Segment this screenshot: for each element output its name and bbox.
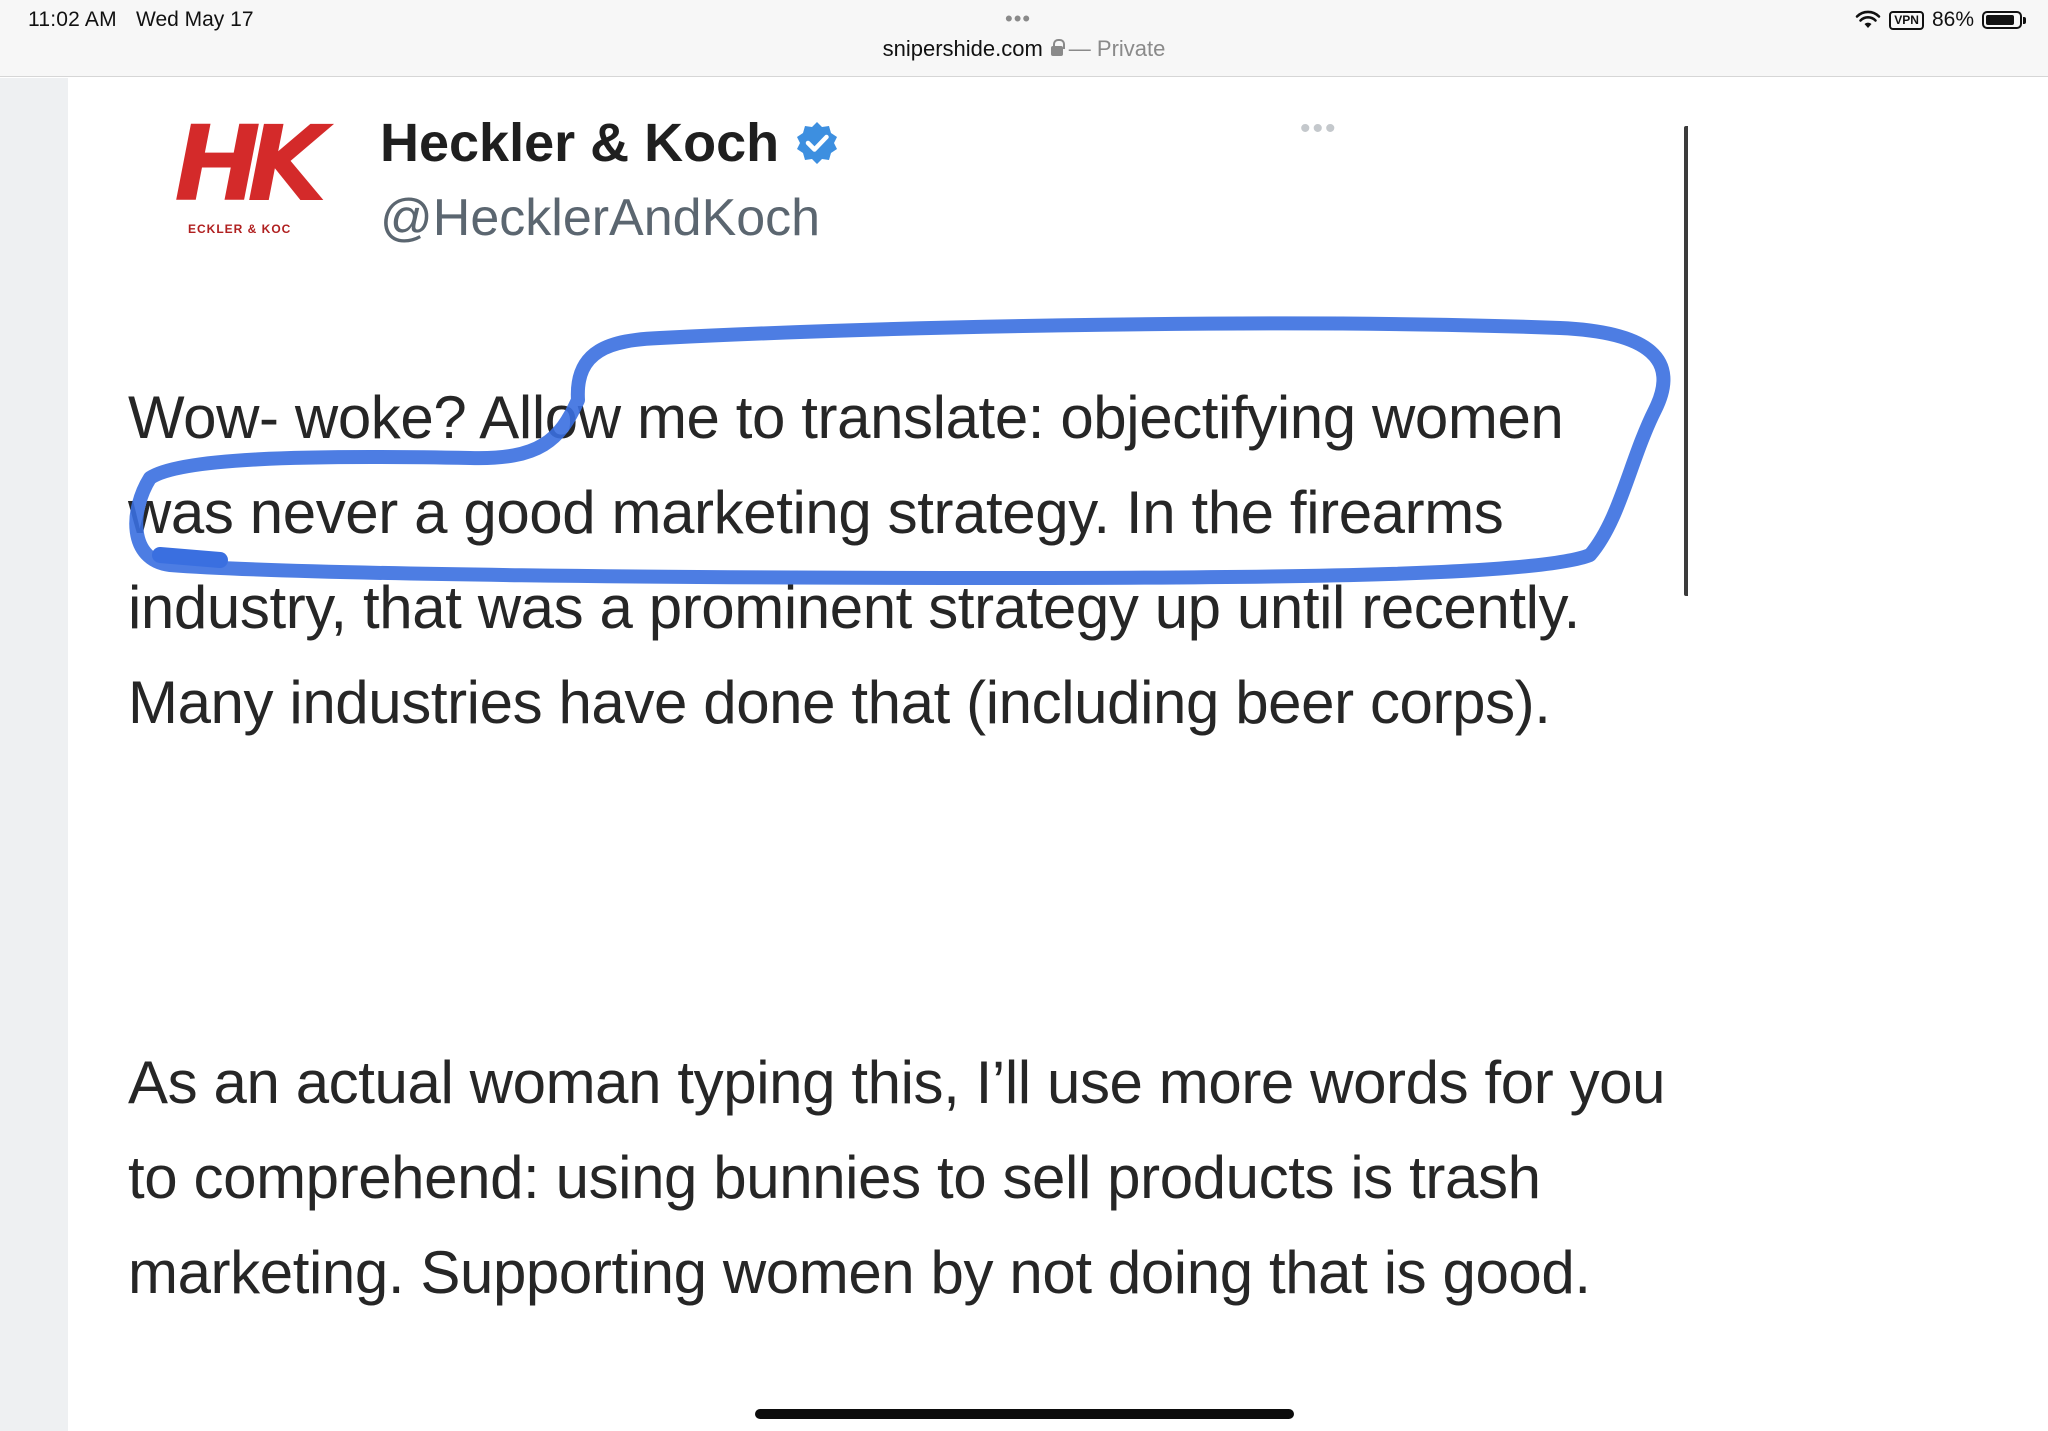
tweet-image: HK ECKLER & KOC Heckler & Koch @HecklerA… [88,100,1688,1431]
status-indicators: VPN 86% [1855,8,2026,32]
status-date: Wed May 17 [136,8,254,31]
more-options-icon: ••• [1300,112,1338,145]
status-time: 11:02 AM [28,8,117,31]
vpn-badge: VPN [1889,10,1924,30]
battery-percent: 86% [1931,8,1974,31]
hk-logo: HK ECKLER & KOC [174,112,344,242]
tab-overview-dots-icon[interactable]: ••• [1005,6,1031,32]
account-name: Heckler & Koch [380,112,841,174]
battery-icon [1982,11,2026,29]
logo-subline: ECKLER & KOC [188,222,292,236]
status-bar: 11:02 AM Wed May 17 ••• snipershide.com —… [0,0,2048,77]
tweet-paragraph-2: As an actual woman typing this, I’ll use… [128,1049,1666,1306]
account-name-text: Heckler & Koch [380,113,780,173]
lock-icon [1050,39,1065,56]
battery-fill [1986,15,2014,25]
wifi-icon [1855,10,1881,28]
home-indicator[interactable] [755,1409,1294,1419]
address-bar[interactable]: snipershide.com — Private [0,36,2048,62]
private-label: — Private [1068,36,1166,61]
left-gutter [0,78,68,1431]
account-handle: @HecklerAndKoch [380,189,821,247]
verified-badge-icon [797,122,838,164]
logo-wordmark: HK [174,103,328,225]
tweet-paragraph-1: Wow- woke? Allow me to translate: object… [128,384,1580,736]
scroll-indicator [1684,126,1688,596]
url-text: snipershide.com [882,36,1043,61]
